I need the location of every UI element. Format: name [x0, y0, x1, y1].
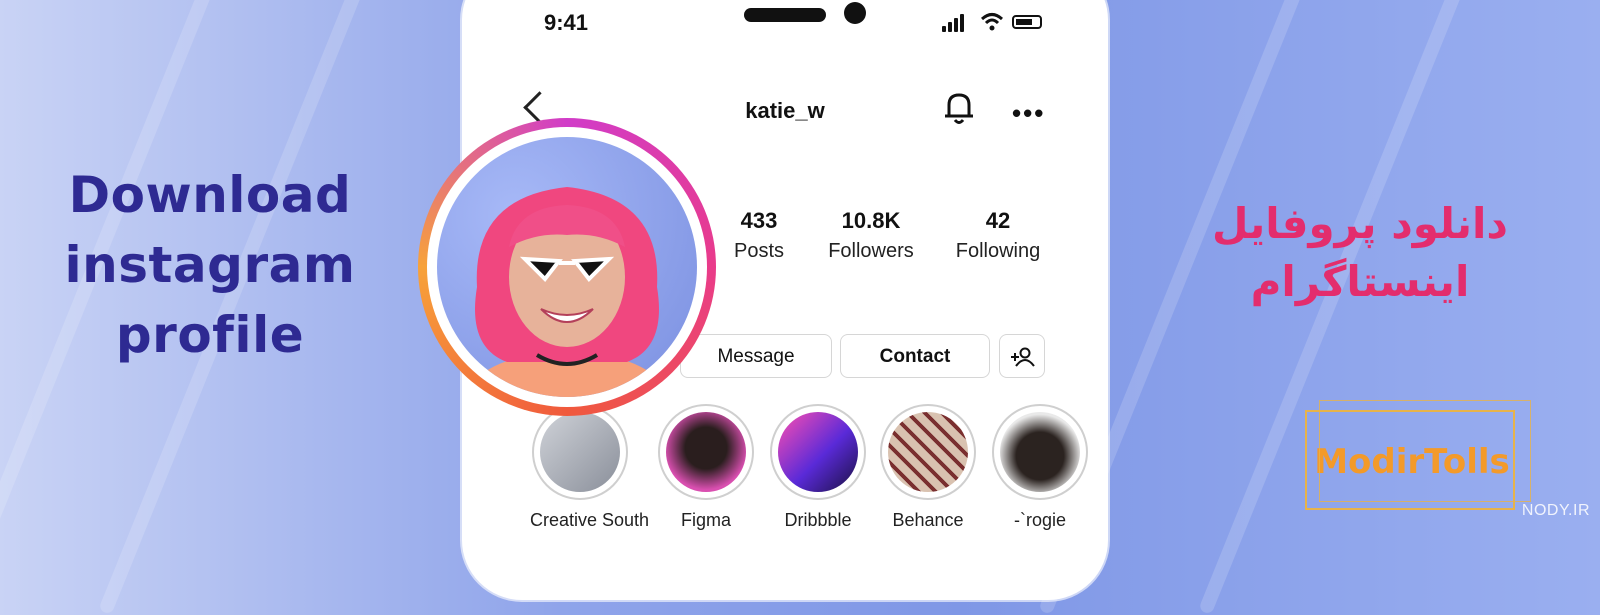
brand-logo: ModirTolls: [1305, 400, 1531, 510]
bell-icon[interactable]: [942, 90, 976, 126]
highlight-ring: [770, 404, 866, 500]
highlight-cover: [540, 412, 620, 492]
highlight-ring: [880, 404, 976, 500]
add-person-button[interactable]: [999, 334, 1045, 378]
wifi-icon: [980, 13, 1004, 31]
stat-following[interactable]: 42 Following: [948, 208, 1048, 263]
stat-posts[interactable]: 433 Posts: [724, 208, 794, 263]
avatar-border: [427, 127, 707, 407]
headline-line: دانلود پروفایل: [1212, 199, 1508, 248]
highlight-cover: [888, 412, 968, 492]
avatar-photo: [437, 137, 697, 397]
highlight-label: Figma: [680, 510, 731, 530]
contact-button[interactable]: Contact: [840, 334, 990, 378]
story-highlight[interactable]: -`rogie: [990, 404, 1090, 531]
story-highlight[interactable]: Dribbble: [768, 404, 868, 531]
brand-logo-text: ModirTolls: [1314, 442, 1510, 482]
highlight-cover: [666, 412, 746, 492]
notch: [744, 8, 826, 22]
person-illustration: [472, 187, 662, 397]
story-highlight[interactable]: Behance: [878, 404, 978, 531]
highlight-cover: [778, 412, 858, 492]
stat-followers[interactable]: 10.8K Followers: [818, 208, 924, 263]
highlight-ring: [992, 404, 1088, 500]
headline-line: profile: [115, 306, 305, 364]
highlight-cover: [1000, 412, 1080, 492]
headline-line: اینستاگرام: [1250, 257, 1470, 306]
more-icon[interactable]: •••: [1012, 98, 1045, 129]
highlight-ring: [532, 404, 628, 500]
add-person-icon: [1011, 347, 1035, 367]
headline-line: Download: [68, 166, 352, 224]
highlight-label: Behance: [892, 510, 964, 530]
stat-value: 433: [740, 208, 778, 233]
highlight-label: Creative South: [530, 510, 650, 530]
story-highlight[interactable]: Figma: [656, 404, 756, 531]
stat-label: Following: [955, 240, 1041, 262]
camera-dot: [844, 2, 866, 24]
headline-english: Download instagram profile: [30, 160, 390, 370]
message-button[interactable]: Message: [680, 334, 832, 378]
headline-persian: دانلود پروفایل اینستاگرام: [1195, 195, 1525, 311]
status-time: 9:41: [544, 10, 589, 35]
stat-value: 42: [985, 208, 1011, 233]
profile-avatar[interactable]: [418, 118, 716, 416]
status-icons: [942, 12, 1052, 32]
watermark: NODY.IR: [1521, 502, 1590, 519]
profile-username: katie_w: [745, 98, 825, 123]
highlight-label: -`rogie: [1013, 510, 1066, 530]
battery-icon: [1012, 15, 1042, 29]
highlight-label: Dribbble: [784, 510, 852, 530]
story-highlight[interactable]: Creative South: [530, 404, 650, 531]
stat-label: Followers: [828, 240, 914, 262]
stat-value: 10.8K: [841, 208, 901, 233]
highlight-ring: [658, 404, 754, 500]
headline-line: instagram: [64, 236, 356, 294]
stat-label: Posts: [733, 240, 785, 262]
